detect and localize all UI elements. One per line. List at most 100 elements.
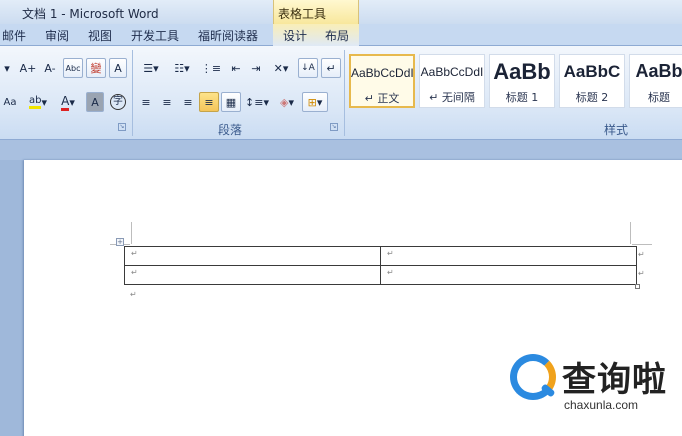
character-shading-button[interactable]: A <box>86 92 104 112</box>
numbering-button[interactable]: ☷ ▾ <box>167 58 197 78</box>
paint-bucket-icon: ◈ <box>280 95 289 109</box>
style-name: ↵ 无间隔 <box>429 91 475 104</box>
cell-end-mark: ↵ <box>387 249 394 258</box>
logo-text: 查询啦 <box>562 360 667 400</box>
enclose-characters-button[interactable]: 字 <box>108 92 128 112</box>
table-cell[interactable]: ↵ <box>124 265 381 285</box>
phonetic-guide-button[interactable]: 變 <box>86 58 106 78</box>
multilevel-list-button[interactable]: ⋮≡ <box>198 58 224 78</box>
distributed-button[interactable]: ▦ <box>221 92 241 112</box>
style-name: 标题 1 <box>505 91 539 104</box>
style-sample: AaBb <box>635 61 682 81</box>
paragraph-mark-icon: ↵ <box>326 61 336 75</box>
style-sample: AaBbCcDdI <box>351 66 413 80</box>
paragraph-dialog-launcher[interactable]: ↘ <box>330 123 338 131</box>
paragraph-mark: ↵ <box>130 290 137 299</box>
bullets-icon: ☰ <box>143 61 154 75</box>
chinese-layout-button[interactable]: ✕ ▾ <box>267 58 295 78</box>
style-sample: AaBbCcDdI <box>420 65 484 79</box>
document-background <box>0 140 682 160</box>
grow-font-icon: A+ <box>19 61 37 75</box>
style-sample: AaBbC <box>563 62 621 81</box>
line-spacing-icon: ↕≡ <box>245 95 264 109</box>
tab-foxit-reader[interactable]: 福昕阅读器 <box>198 27 258 44</box>
style-title[interactable]: AaBb 标题 <box>629 54 682 108</box>
align-left-button[interactable]: ≡ <box>136 92 156 112</box>
style-name: ↵ 正文 <box>364 92 400 105</box>
highlighter-icon: ab <box>28 95 42 109</box>
table-cell[interactable]: ↵ <box>380 246 637 266</box>
tab-developer[interactable]: 开发工具 <box>131 27 179 44</box>
style-no-spacing[interactable]: AaBbCcDdI ↵ 无间隔 <box>419 54 485 108</box>
multilevel-list-icon: ⋮≡ <box>200 61 222 75</box>
tab-design[interactable]: 设计 <box>283 27 307 44</box>
phonetic-guide-icon: 變 <box>90 62 102 75</box>
distributed-icon: ▦ <box>225 95 237 109</box>
decrease-indent-button[interactable]: ⇤ <box>226 58 246 78</box>
justify-icon: ≡ <box>204 95 214 109</box>
change-case-button[interactable]: Aa <box>0 92 20 112</box>
cell-end-mark: ↵ <box>387 268 394 277</box>
highlight-color-button[interactable]: ab ▾ <box>24 92 52 112</box>
clear-format-button[interactable]: Abc <box>63 58 83 78</box>
table-cell[interactable]: ↵ <box>124 246 381 266</box>
shading-button[interactable]: ◈ ▾ <box>273 92 301 112</box>
align-right-button[interactable]: ≡ <box>178 92 198 112</box>
style-sample: AaBb <box>493 59 551 84</box>
ribbon: ▾ A+ A- Abc 變 A Aa ab ▾ A ▾ A 字 ↘ ☰ ▾ ☷ ▾ ⋮≡… <box>0 46 682 140</box>
sort-icon: ↓A <box>301 63 315 73</box>
style-normal[interactable]: AaBbCcDdI ↵ 正文 <box>349 54 415 108</box>
align-center-icon: ≡ <box>162 95 172 109</box>
show-marks-button[interactable]: ↵ <box>321 58 341 78</box>
styles-group-label: 样式 <box>604 123 629 137</box>
shrink-font-icon: A- <box>44 61 56 75</box>
font-color-button[interactable]: A ▾ <box>55 92 81 112</box>
align-center-button[interactable]: ≡ <box>157 92 177 112</box>
style-heading-1[interactable]: AaBb 标题 1 <box>489 54 555 108</box>
shrink-font-button[interactable]: A- <box>40 58 60 78</box>
sort-button[interactable]: ↓A <box>298 58 318 78</box>
crop-mark <box>630 222 631 244</box>
align-right-icon: ≡ <box>183 95 193 109</box>
paragraph-group-label: 段落 <box>218 123 243 137</box>
tab-review[interactable]: 审阅 <box>45 27 69 44</box>
style-heading-2[interactable]: AaBbC 标题 2 <box>559 54 625 108</box>
tab-mailings[interactable]: 邮件 <box>2 27 26 44</box>
crop-mark <box>632 244 652 245</box>
character-border-icon: A <box>114 61 122 75</box>
font-size-dropdown[interactable]: ▾ <box>0 58 14 78</box>
font-color-icon: A <box>61 94 70 111</box>
table-resize-handle[interactable] <box>635 284 640 289</box>
character-border-button[interactable]: A <box>109 58 127 78</box>
table-tools-tabs: 设计 布局 <box>273 24 359 46</box>
grow-font-button[interactable]: A+ <box>18 58 38 78</box>
borders-button[interactable]: ⊞ ▾ <box>302 92 328 112</box>
increase-indent-button[interactable]: ⇥ <box>246 58 266 78</box>
logo-url: chaxunla.com <box>564 398 639 412</box>
change-case-icon: Aa <box>3 96 17 108</box>
enclose-characters-icon: 字 <box>110 94 126 110</box>
table-cell[interactable]: ↵ <box>380 265 637 285</box>
tab-layout[interactable]: 布局 <box>325 27 349 44</box>
cell-end-mark: ↵ <box>131 268 138 277</box>
row-end-mark: ↵ <box>638 250 645 259</box>
table-move-handle-icon[interactable]: + <box>116 238 124 246</box>
bullets-button[interactable]: ☰ ▾ <box>136 58 166 78</box>
row-end-mark: ↵ <box>638 269 645 278</box>
document-table[interactable]: ↵ ↵ ↵ ↵ <box>124 246 637 285</box>
style-name: 标题 2 <box>575 91 609 104</box>
tab-view[interactable]: 视图 <box>88 27 112 44</box>
character-shading-icon: A <box>91 95 99 109</box>
group-separator <box>132 50 133 136</box>
clear-format-icon: Abc <box>65 63 81 73</box>
line-spacing-button[interactable]: ↕≡ ▾ <box>243 92 271 112</box>
table-tools-label: 表格工具 <box>278 7 327 21</box>
font-dialog-launcher[interactable]: ↘ <box>118 123 126 131</box>
increase-indent-icon: ⇥ <box>251 61 261 75</box>
justify-button[interactable]: ≡ <box>199 92 219 112</box>
cell-end-mark: ↵ <box>131 249 138 258</box>
style-name: 标题 <box>648 91 670 104</box>
borders-icon: ⊞ <box>307 95 317 109</box>
numbering-icon: ☷ <box>174 61 185 75</box>
table-row: ↵ ↵ <box>124 246 637 266</box>
